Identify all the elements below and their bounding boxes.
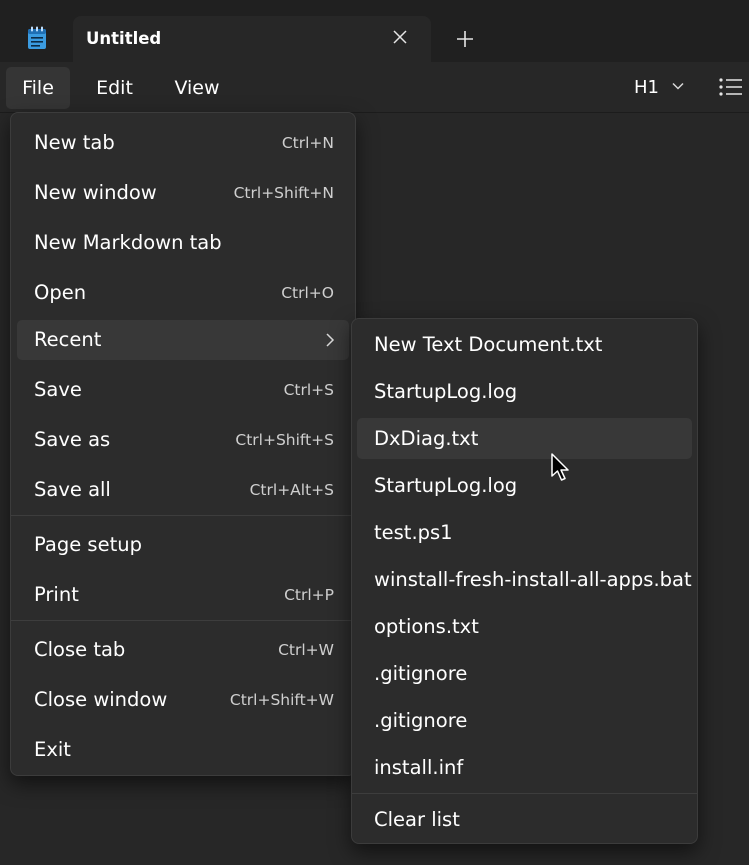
menu-item-recent[interactable]: Recent	[17, 320, 349, 360]
recent-item-label: StartupLog.log	[374, 474, 518, 497]
recent-item[interactable]: test.ps1	[357, 512, 692, 553]
recent-item[interactable]: winstall-fresh-install-all-apps.bat	[357, 559, 692, 600]
notepad-icon	[28, 26, 46, 49]
menu-item-label: New tab	[34, 131, 115, 154]
bulleted-list-icon[interactable]	[718, 76, 742, 98]
menu-item-shortcut: Ctrl+Shift+S	[235, 431, 334, 449]
menu-separator	[11, 515, 355, 516]
recent-item-label: install.inf	[374, 756, 464, 779]
menu-item-shortcut: Ctrl+Shift+N	[233, 184, 334, 202]
menu-item-label: Save all	[34, 478, 111, 501]
recent-item-label: .gitignore	[374, 709, 468, 732]
menu-view[interactable]: View	[160, 67, 234, 109]
menu-item-save-as[interactable]: Save as Ctrl+Shift+S	[17, 420, 349, 460]
chevron-right-icon	[326, 333, 335, 347]
menu-item-label: Save	[34, 378, 82, 401]
tab-untitled[interactable]: Untitled	[73, 16, 431, 62]
menu-item-save-all[interactable]: Save all Ctrl+Alt+S	[17, 470, 349, 510]
menu-item-print[interactable]: Print Ctrl+P	[17, 575, 349, 615]
menu-item-exit[interactable]: Exit	[17, 730, 349, 770]
heading-level-select[interactable]: H1	[626, 70, 698, 104]
menu-item-label: Close window	[34, 688, 168, 711]
mouse-pointer-icon	[551, 453, 569, 481]
recent-item-label: DxDiag.txt	[374, 427, 479, 450]
recent-item[interactable]: DxDiag.txt	[357, 418, 692, 459]
menu-item-label: Save as	[34, 428, 111, 451]
menu-item-close-window[interactable]: Close window Ctrl+Shift+W	[17, 680, 349, 720]
menu-item-new-tab[interactable]: New tab Ctrl+N	[17, 123, 349, 163]
menu-separator	[352, 793, 697, 794]
menu-edit[interactable]: Edit	[82, 67, 147, 109]
recent-item[interactable]: New Text Document.txt	[357, 324, 692, 365]
menu-item-shortcut: Ctrl+P	[284, 586, 334, 604]
menu-item-label: Close tab	[34, 638, 126, 661]
menu-item-label: Print	[34, 583, 79, 606]
menu-file[interactable]: File	[6, 67, 70, 109]
menu-item-shortcut: Ctrl+Alt+S	[249, 481, 334, 499]
menu-item-save[interactable]: Save Ctrl+S	[17, 370, 349, 410]
chevron-down-icon	[672, 82, 684, 90]
recent-item-label: test.ps1	[374, 521, 453, 544]
recent-item-label: .gitignore	[374, 662, 468, 685]
menu-item-new-markdown-tab[interactable]: New Markdown tab	[17, 223, 349, 263]
menu-item-close-tab[interactable]: Close tab Ctrl+W	[17, 630, 349, 670]
recent-item[interactable]: options.txt	[357, 606, 692, 647]
clear-list-button[interactable]: Clear list	[357, 799, 692, 840]
file-menu: New tab Ctrl+N New window Ctrl+Shift+N N…	[10, 112, 356, 776]
menu-item-shortcut: Ctrl+N	[281, 134, 334, 152]
recent-item[interactable]: StartupLog.log	[357, 465, 692, 506]
heading-level-value: H1	[634, 77, 659, 98]
menu-item-shortcut: Ctrl+S	[283, 381, 334, 399]
tab-title: Untitled	[86, 29, 162, 48]
menu-item-label: Recent	[34, 328, 102, 351]
recent-item-label: options.txt	[374, 615, 479, 638]
menu-item-label: Exit	[34, 738, 71, 761]
menu-item-shortcut: Ctrl+W	[278, 641, 334, 659]
menu-item-shortcut: Ctrl+O	[281, 284, 334, 302]
recent-item[interactable]: install.inf	[357, 747, 692, 788]
menu-item-label: Open	[34, 281, 87, 304]
recent-item[interactable]: StartupLog.log	[357, 371, 692, 412]
recent-item[interactable]: .gitignore	[357, 653, 692, 694]
recent-item-label: winstall-fresh-install-all-apps.bat	[374, 568, 692, 591]
menu-item-page-setup[interactable]: Page setup	[17, 525, 349, 565]
menu-item-new-window[interactable]: New window Ctrl+Shift+N	[17, 173, 349, 213]
menu-bar: File Edit View H1	[0, 62, 749, 113]
menu-item-open[interactable]: Open Ctrl+O	[17, 273, 349, 313]
menu-item-label: Page setup	[34, 533, 142, 556]
menu-separator	[11, 620, 355, 621]
clear-list-label: Clear list	[374, 808, 460, 831]
recent-submenu: New Text Document.txt StartupLog.log DxD…	[351, 318, 698, 844]
menu-item-label: New window	[34, 181, 157, 204]
menu-item-label: New Markdown tab	[34, 231, 222, 254]
menu-item-shortcut: Ctrl+Shift+W	[229, 691, 334, 709]
recent-item-label: New Text Document.txt	[374, 333, 603, 356]
recent-item-label: StartupLog.log	[374, 380, 518, 403]
title-bar: Untitled	[0, 0, 749, 62]
plus-icon[interactable]	[453, 27, 477, 51]
recent-item[interactable]: .gitignore	[357, 700, 692, 741]
close-icon[interactable]	[390, 27, 410, 47]
